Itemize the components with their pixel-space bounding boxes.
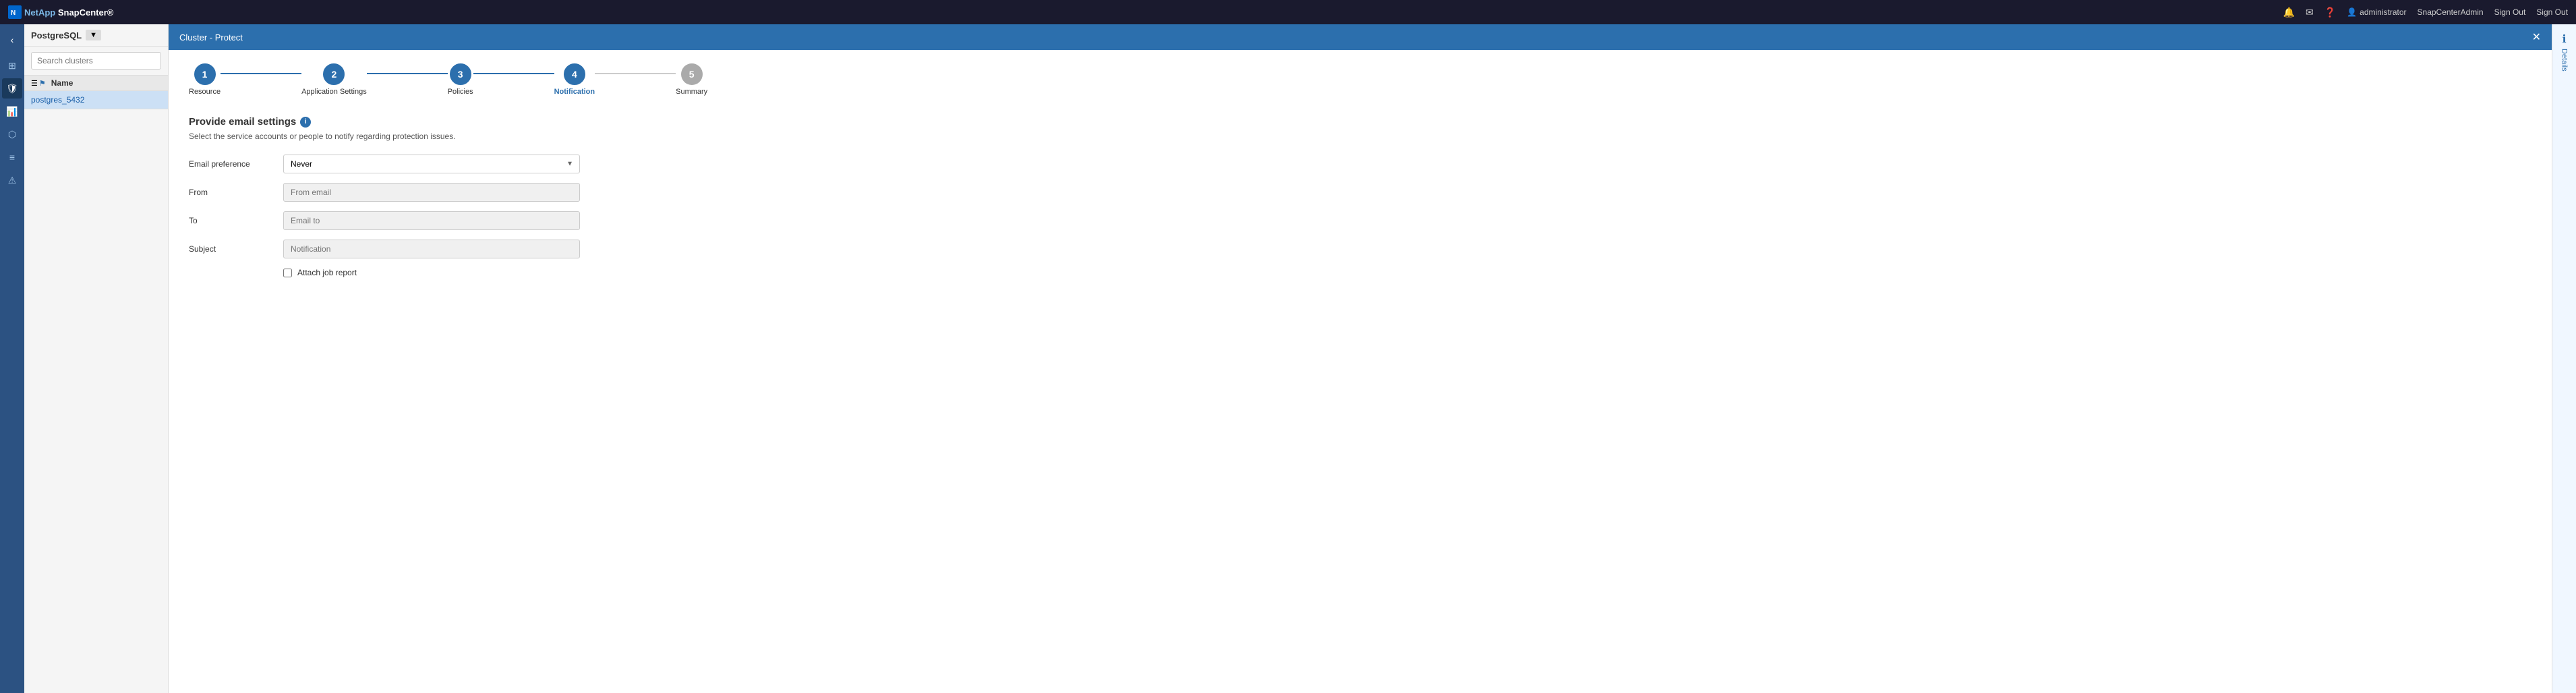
nav-shield-icon[interactable]: 🛡 (2, 78, 22, 99)
step-label-1: Resource (189, 88, 221, 96)
table-header-icons: ☰ ⚑ (31, 79, 46, 88)
breadcrumb-bar: Cluster - Protect ✕ (169, 24, 2552, 50)
from-label: From (189, 188, 283, 197)
subject-label: Subject (189, 244, 283, 254)
stepper: 1 Resource 2 Application Settings 3 (189, 63, 2531, 96)
table-row[interactable]: postgres_5432 (24, 91, 168, 109)
nav-topology-icon[interactable]: ⬡ (2, 124, 22, 144)
top-bar-right: 🔔 ✉ ❓ 👤 administrator SnapCenterAdmin Si… (2283, 7, 2568, 18)
from-row: From (189, 183, 2531, 202)
email-preference-row: Email preference Never Always On Failure… (189, 155, 2531, 173)
email-preference-select[interactable]: Never Always On Failure On Warning (283, 155, 580, 173)
subject-row: Subject (189, 240, 2531, 258)
resource-sidebar-header: PostgreSQL ▼ (24, 24, 168, 47)
step-circle-3[interactable]: 3 (450, 63, 471, 85)
to-input[interactable] (283, 211, 580, 230)
top-bar: N NetApp SnapCenter® 🔔 ✉ ❓ 👤 administrat… (0, 0, 2576, 24)
attach-job-report-checkbox[interactable] (283, 269, 292, 277)
step-connector-3-4 (473, 73, 554, 74)
tenant-name: SnapCenterAdmin (2418, 7, 2484, 17)
cluster-name: postgres_5432 (31, 95, 84, 105)
section-title-text: Provide email settings (189, 116, 296, 128)
step-1: 1 Resource (189, 63, 221, 96)
search-bar (24, 47, 168, 76)
user-icon: 👤 (2347, 7, 2357, 17)
column-name-header: Name (51, 78, 74, 88)
mail-icon[interactable]: ✉ (2306, 7, 2314, 18)
plugin-dropdown[interactable]: ▼ (86, 30, 101, 40)
table-header: ☰ ⚑ Name (24, 76, 168, 91)
to-label: To (189, 216, 283, 225)
nav-reports-icon[interactable]: ≡ (2, 147, 22, 167)
subject-control (283, 240, 580, 258)
info-icon[interactable]: i (300, 117, 311, 128)
flag-icon: ⚑ (39, 79, 46, 88)
step-label-4: Notification (554, 88, 595, 96)
wizard-area: 1 Resource 2 Application Settings 3 (169, 50, 2552, 693)
step-circle-4[interactable]: 4 (564, 63, 585, 85)
search-input[interactable] (31, 52, 161, 70)
details-label[interactable]: Details (2560, 49, 2569, 72)
nav-alert-icon[interactable]: ⚠ (2, 170, 22, 190)
list-view-icon[interactable]: ☰ (31, 79, 38, 88)
plugin-name: PostgreSQL (31, 30, 82, 40)
step-label-5: Summary (676, 88, 707, 96)
step-5: 5 Summary (676, 63, 707, 96)
signout-label[interactable]: Sign Out (2536, 7, 2568, 17)
to-control (283, 211, 580, 230)
icon-sidebar: ‹ ⊞ 🛡 📊 ⬡ ≡ ⚠ (0, 24, 24, 693)
details-icon: ℹ (2562, 32, 2566, 46)
netapp-logo: N NetApp SnapCenter® (8, 5, 113, 19)
email-preference-label: Email preference (189, 159, 283, 169)
step-connector-1-2 (221, 73, 301, 74)
step-connector-4-5 (595, 73, 676, 74)
section-desc: Select the service accounts or people to… (189, 132, 2531, 141)
step-label-2: Application Settings (301, 88, 367, 96)
subject-input[interactable] (283, 240, 580, 258)
breadcrumb: Cluster - Protect (179, 32, 243, 43)
step-2: 2 Application Settings (301, 63, 367, 96)
section-title: Provide email settings i (189, 116, 2531, 128)
resource-sidebar: PostgreSQL ▼ ☰ ⚑ Name postgres_5432 (24, 24, 169, 693)
email-preference-control: Never Always On Failure On Warning (283, 155, 580, 173)
step-circle-5[interactable]: 5 (681, 63, 703, 85)
step-label-3: Policies (448, 88, 473, 96)
attach-job-report-label: Attach job report (297, 268, 357, 277)
main-content: Cluster - Protect ✕ 1 Resource 2 App (169, 24, 2552, 693)
user-info: 👤 administrator (2347, 7, 2406, 17)
from-control (283, 183, 580, 202)
step-3: 3 Policies (448, 63, 473, 96)
to-row: To (189, 211, 2531, 230)
step-4: 4 Notification (554, 63, 595, 96)
svg-text:N: N (11, 9, 16, 17)
details-panel: ℹ Details (2552, 24, 2576, 693)
netapp-logo-icon: N (8, 5, 22, 19)
top-bar-left: N NetApp SnapCenter® (8, 5, 113, 19)
bell-icon[interactable]: 🔔 (2283, 7, 2295, 18)
nav-grid-icon[interactable]: ⊞ (2, 55, 22, 76)
step-connector-2-3 (367, 73, 448, 74)
step-circle-1[interactable]: 1 (194, 63, 216, 85)
help-icon[interactable]: ❓ (2324, 7, 2336, 18)
signout-button[interactable]: Sign Out (2494, 7, 2526, 17)
app-layout: ‹ ⊞ 🛡 📊 ⬡ ≡ ⚠ PostgreSQL ▼ ☰ ⚑ Name post… (0, 24, 2576, 693)
user-name: administrator (2360, 7, 2406, 17)
nav-chart-icon[interactable]: 📊 (2, 101, 22, 121)
app-brand: NetApp SnapCenter® (24, 7, 113, 18)
from-input[interactable] (283, 183, 580, 202)
attach-job-report-row: Attach job report (283, 268, 2531, 277)
nav-collapse-icon[interactable]: ‹ (2, 30, 22, 50)
step-circle-2[interactable]: 2 (323, 63, 345, 85)
close-icon[interactable]: ✕ (2532, 30, 2541, 44)
